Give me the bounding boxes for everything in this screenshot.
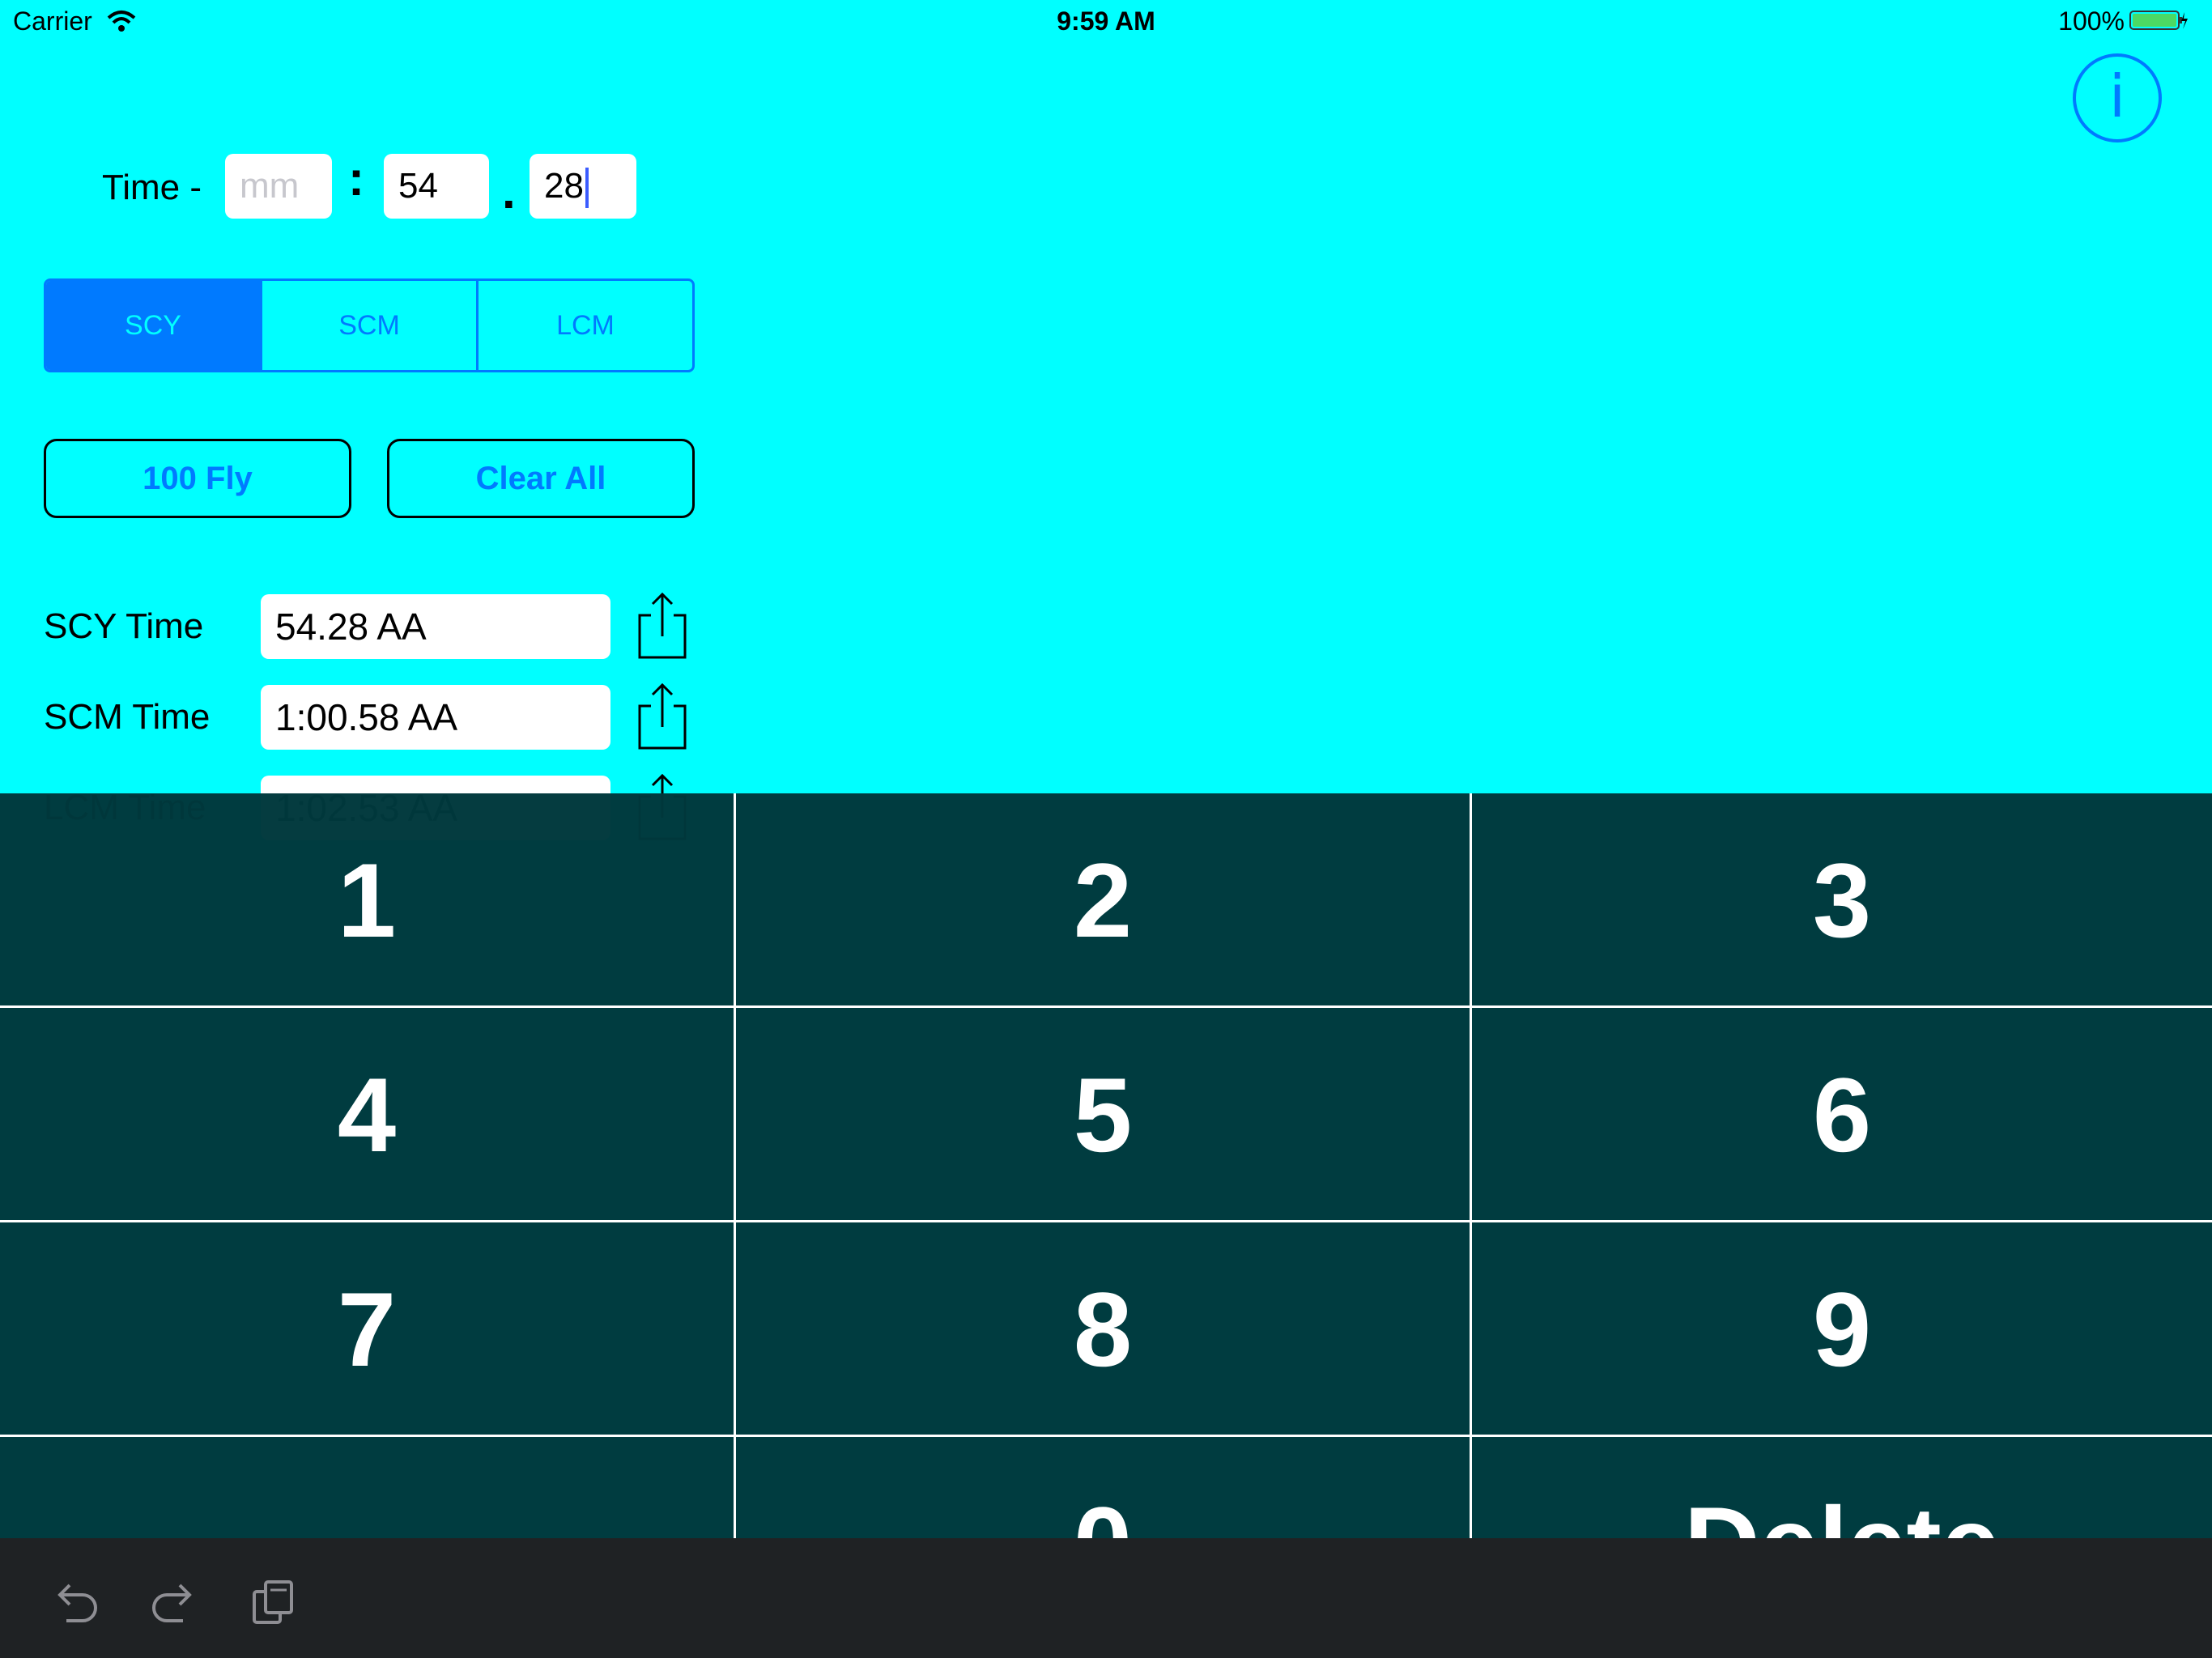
key-4[interactable]: 4 <box>0 1008 736 1222</box>
scy-time-label: SCY Time <box>44 606 204 646</box>
event-button[interactable]: 100 Fly <box>44 439 351 518</box>
key-2-label: 2 <box>1073 841 1133 959</box>
info-button[interactable]: i <box>2073 53 2162 142</box>
key-7-label: 7 <box>337 1270 397 1388</box>
key-9[interactable]: 9 <box>1472 1222 2212 1437</box>
battery-percent: 100% <box>2058 6 2125 36</box>
key-8[interactable]: 8 <box>736 1222 1472 1437</box>
key-6-label: 6 <box>1812 1056 1872 1174</box>
hundredths-value: 28 <box>544 166 584 206</box>
key-blank <box>0 1437 736 1538</box>
key-2[interactable]: 2 <box>736 793 1472 1008</box>
key-1-label: 1 <box>337 841 397 959</box>
scy-time-field[interactable]: 54.28 AA <box>261 594 610 659</box>
key-6[interactable]: 6 <box>1472 1008 2212 1222</box>
key-9-label: 9 <box>1812 1270 1872 1388</box>
dot-separator: . <box>502 164 516 219</box>
seconds-field[interactable]: 54 <box>384 154 489 219</box>
undo-icon[interactable] <box>50 1577 100 1627</box>
share-scy-icon[interactable] <box>635 591 690 661</box>
course-segmented-control: SCY SCM LCM <box>44 278 695 372</box>
shortcut-toolbar <box>0 1538 2212 1658</box>
key-0[interactable]: 0 <box>736 1437 1472 1538</box>
status-time: 9:59 AM <box>1057 6 1155 36</box>
segment-scm[interactable]: SCM <box>262 281 479 370</box>
key-delete[interactable]: Delete <box>1472 1437 2212 1538</box>
clear-all-button[interactable]: Clear All <box>387 439 695 518</box>
segment-lcm[interactable]: LCM <box>479 281 692 370</box>
key-delete-label: Delete <box>1472 1437 2212 1538</box>
paste-icon[interactable] <box>248 1577 298 1627</box>
key-3-label: 3 <box>1812 841 1872 959</box>
key-3[interactable]: 3 <box>1472 793 2212 1008</box>
time-label: Time - <box>102 168 202 207</box>
scm-time-label: SCM Time <box>44 697 211 737</box>
minutes-field[interactable]: mm <box>225 154 332 219</box>
share-scm-icon[interactable] <box>635 682 690 751</box>
key-5-label: 5 <box>1073 1056 1133 1174</box>
key-5[interactable]: 5 <box>736 1008 1472 1222</box>
hundredths-field[interactable]: 28 <box>530 154 636 219</box>
number-keypad: 1 2 3 4 5 6 7 8 9 0 Delete <box>0 793 2212 1538</box>
key-4-label: 4 <box>337 1056 397 1174</box>
scm-time-field[interactable]: 1:00.58 AA <box>261 685 610 750</box>
key-0-label: 0 <box>736 1437 1470 1538</box>
redo-icon[interactable] <box>149 1577 199 1627</box>
key-1[interactable]: 1 <box>0 793 736 1008</box>
colon-separator: : <box>348 151 364 206</box>
segment-scy[interactable]: SCY <box>46 281 262 370</box>
battery-icon <box>2129 11 2188 30</box>
text-caret <box>585 168 589 209</box>
key-8-label: 8 <box>1073 1270 1133 1388</box>
key-7[interactable]: 7 <box>0 1222 736 1437</box>
